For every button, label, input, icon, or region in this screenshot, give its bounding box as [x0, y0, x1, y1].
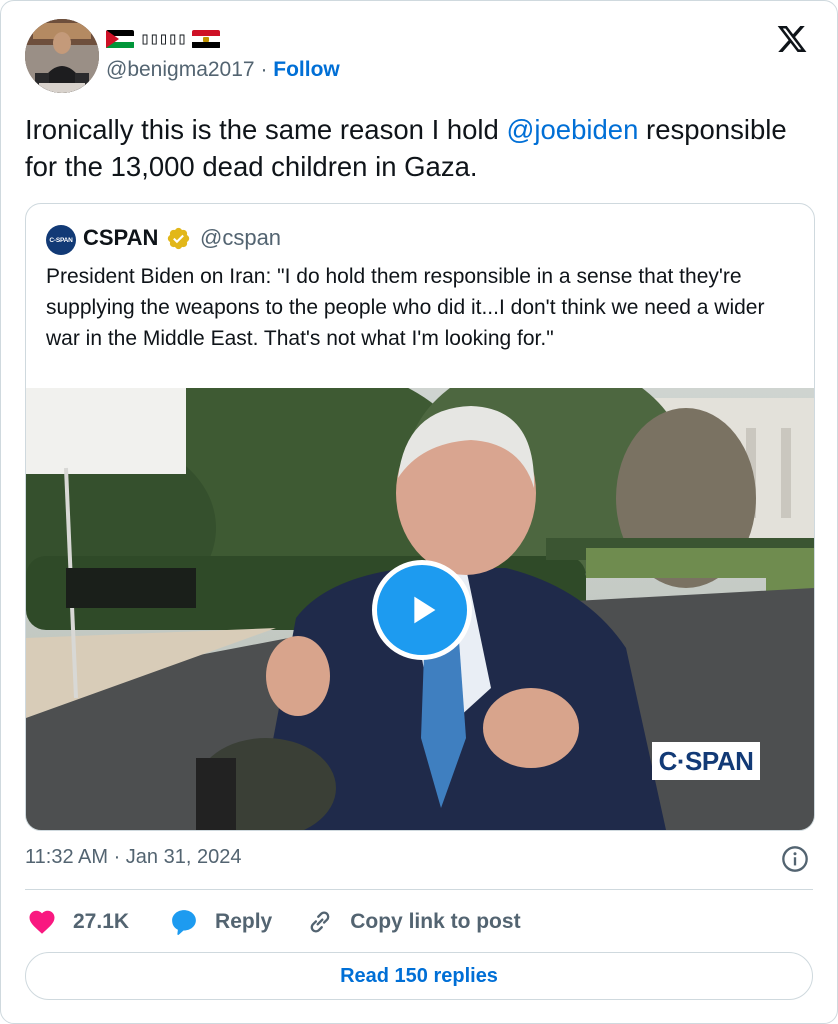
quoted-post-text: President Biden on Iran: "I do hold them… — [46, 265, 765, 350]
info-icon[interactable] — [781, 845, 809, 873]
palestine-flag-icon — [106, 29, 134, 49]
quoted-author-name[interactable]: CSPAN — [83, 224, 158, 252]
play-icon — [414, 596, 436, 624]
mention-link[interactable]: @joebiden — [506, 114, 638, 145]
link-icon — [310, 911, 330, 933]
divider — [25, 889, 813, 890]
tweet-embed-card: ▯▯▯▯▯ @benigma2017 · Follow Ironically t… — [0, 0, 838, 1024]
author-avatar[interactable] — [25, 19, 99, 93]
like-count: 27.1K — [73, 910, 130, 933]
x-logo-icon[interactable] — [775, 23, 809, 55]
quoted-post[interactable]: C-SPAN CSPAN @cspan President Biden on I… — [25, 203, 815, 831]
play-button[interactable] — [372, 560, 472, 660]
display-name-text: ▯▯▯▯▯ — [140, 29, 187, 49]
reply-label: Reply — [215, 910, 273, 933]
author-display-name[interactable]: ▯▯▯▯▯ — [106, 29, 221, 49]
post-timestamp[interactable]: 11:32 AM · Jan 31, 2024 — [25, 843, 241, 871]
author-handle[interactable]: @benigma2017 — [106, 58, 255, 81]
handle-separator: · — [260, 58, 268, 81]
video-thumbnail[interactable]: C·SPAN — [26, 388, 814, 830]
verified-badge-icon — [167, 227, 190, 250]
heart-icon — [29, 910, 55, 934]
egypt-flag-icon — [192, 29, 221, 49]
author-handle-row: @benigma2017 · Follow — [106, 57, 340, 83]
reply-button[interactable]: Reply — [169, 907, 272, 937]
quoted-author-handle[interactable]: @cspan — [200, 224, 281, 252]
tweet-text-before: Ironically this is the same reason I hol… — [25, 114, 507, 145]
copy-link-button[interactable]: Copy link to post — [306, 908, 521, 936]
cspan-watermark: C·SPAN — [652, 742, 760, 780]
tweet-text: Ironically this is the same reason I hol… — [25, 111, 815, 185]
read-replies-button[interactable]: Read 150 replies — [25, 952, 813, 1000]
action-bar: 27.1K Reply Copy link to post — [27, 903, 521, 941]
copy-link-label: Copy link to post — [350, 910, 521, 933]
follow-button[interactable]: Follow — [273, 58, 340, 81]
cspan-avatar[interactable]: C-SPAN — [46, 225, 76, 255]
reply-bubble-icon — [172, 910, 196, 935]
like-button[interactable]: 27.1K — [27, 907, 129, 937]
